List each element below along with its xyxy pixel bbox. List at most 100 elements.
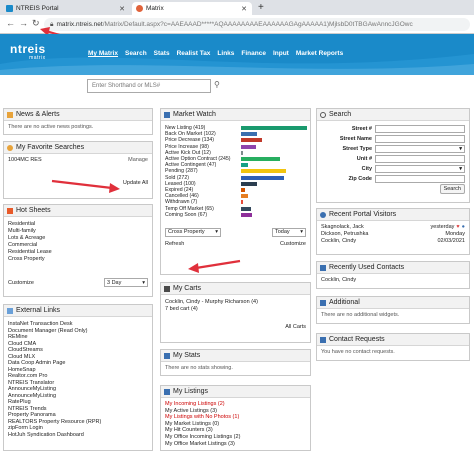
cart-item[interactable]: Cocklin, Cindy - Murphy Richarson (4)	[165, 299, 306, 306]
close-tab-icon[interactable]: ✕	[119, 5, 125, 13]
listing-link[interactable]: My Office Incoming Listings (2)	[165, 434, 306, 441]
url-field[interactable]: 🔒︎ matrix.ntreis.net /Matrix/Default.asp…	[44, 18, 470, 31]
hot-sheet-item[interactable]: Multi-family	[8, 228, 148, 235]
favorite-search-row: 1004MC RES Manage	[4, 154, 152, 166]
zip-code-field: Zip Code	[317, 174, 465, 184]
market-watch-panel: Market Watch New Listing (419) Back On Ma…	[160, 108, 311, 275]
market-watch-label: Active Kick Out (12)	[165, 149, 211, 156]
stats-icon	[164, 352, 170, 359]
menu-links[interactable]: Links	[217, 50, 234, 57]
market-watch-label: Temp Off Market (65)	[165, 205, 214, 212]
panel-title: Additional	[329, 299, 360, 306]
hot-sheet-item[interactable]: Commercial	[8, 242, 148, 249]
market-watch-bar	[241, 126, 307, 131]
listing-link[interactable]: My Active Listings (3)	[165, 408, 306, 415]
contact-item[interactable]: Cocklin, Cindy	[317, 274, 469, 286]
city-select[interactable]: ▾	[375, 165, 465, 173]
menu-search[interactable]: Search	[125, 50, 147, 57]
market-watch-label: Coming Soon (67)	[165, 211, 208, 218]
search-icon[interactable]: ⚲	[214, 80, 220, 89]
street-name-input[interactable]	[375, 135, 465, 143]
market-watch-bar	[241, 132, 258, 137]
news-panel: News & Alerts There are no active news p…	[3, 108, 153, 135]
hot-sheet-item[interactable]: Residential	[8, 221, 148, 228]
visitor-row[interactable]: Cocklin, Cindy 02/03/2021	[321, 238, 465, 245]
menu-realist-tax[interactable]: Realist Tax	[177, 50, 211, 57]
all-carts-link[interactable]: All Carts	[285, 324, 306, 330]
browser-tab-matrix[interactable]: Matrix ✕	[132, 2, 252, 15]
panel-header: Hot Sheets	[4, 205, 152, 217]
panel-title: Recently Used Contacts	[329, 264, 405, 271]
chevron-down-icon: ▾	[300, 229, 303, 236]
market-watch-label: Price Decrease (134)	[165, 137, 215, 144]
external-link-item[interactable]: HotJuh Syndication Dashboard	[8, 432, 148, 439]
listing-link[interactable]: My Office Market Listings (3)	[165, 441, 306, 448]
street-number-input[interactable]	[375, 125, 465, 133]
browser-tab-ntreis[interactable]: NTREIS Portal ✕	[2, 2, 130, 15]
menu-stats[interactable]: Stats	[154, 50, 170, 57]
panel-header: My Carts	[161, 283, 310, 295]
plus-icon	[320, 299, 326, 306]
market-watch-label: Cancelled (46)	[165, 193, 199, 200]
customize-link[interactable]: Customize	[280, 241, 306, 247]
unit-number-field: Unit #	[317, 154, 465, 164]
customize-link[interactable]: Customize	[8, 280, 34, 286]
market-watch-bar	[241, 181, 257, 186]
menu-input[interactable]: Input	[273, 50, 289, 57]
listing-link[interactable]: My Incoming Listings (2)	[165, 401, 306, 408]
panel-header: External Links	[4, 305, 152, 317]
refresh-link[interactable]: Refresh	[165, 241, 184, 247]
cart-item[interactable]: 7 bed cart (4)	[165, 306, 306, 313]
period-select[interactable]: 3 Day ▾	[104, 278, 148, 287]
close-tab-icon[interactable]: ✕	[241, 5, 247, 13]
street-type-select[interactable]: ▾	[375, 145, 465, 153]
menu-finance[interactable]: Finance	[241, 50, 266, 57]
visitor-row[interactable]: Skagnolack, Jack yesterday ♥ ●	[321, 224, 465, 231]
city-field: City ▾	[317, 164, 465, 174]
listing-link[interactable]: My Hit Counters (3)	[165, 427, 306, 434]
manage-link[interactable]: Manage	[128, 157, 148, 163]
menu-market-reports[interactable]: Market Reports	[296, 50, 343, 57]
panel-title: Contact Requests	[329, 336, 385, 343]
day-select[interactable]: Today ▾	[272, 227, 306, 237]
news-empty-text: There are no active news postings.	[8, 124, 94, 130]
listing-link[interactable]: My Listings with No Photos (1)	[165, 414, 306, 421]
favorite-search-item[interactable]: 1004MC RES	[8, 157, 42, 163]
zip-code-input[interactable]	[375, 175, 465, 183]
menu-my-matrix[interactable]: My Matrix	[88, 50, 118, 57]
back-icon[interactable]: ←	[6, 18, 15, 28]
market-watch-label: Active Contingent (47)	[165, 162, 217, 169]
hot-sheet-item[interactable]: Cross Property	[8, 256, 148, 263]
market-watch-label: Back On Market (102)	[165, 131, 216, 138]
hot-sheet-item[interactable]: Lots & Acreage	[8, 235, 148, 242]
panel-header: Recently Used Contacts	[317, 262, 469, 274]
hot-sheet-item[interactable]: Residential Lease	[8, 249, 148, 256]
market-watch-label: Active Option Contract (245)	[165, 156, 231, 163]
recent-visitors-panel: Recent Portal Visitors Skagnolack, Jack y…	[316, 208, 470, 255]
visitor-row[interactable]: Dickson, Petrushka Monday	[321, 231, 465, 238]
news-icon	[7, 111, 13, 118]
ntreis-favicon-icon	[6, 5, 13, 12]
ntreis-logo[interactable]: ntreis matrix	[10, 42, 46, 61]
unit-number-input[interactable]	[375, 155, 465, 163]
search-button[interactable]: Search	[439, 184, 465, 194]
market-watch-bar	[241, 157, 280, 162]
new-tab-icon[interactable]: +	[258, 2, 264, 13]
shorthand-input[interactable]: Enter Shorthand or MLS#	[87, 79, 211, 93]
forward-icon[interactable]: →	[19, 18, 28, 28]
listing-link[interactable]: My Market Listings (0)	[165, 421, 306, 428]
recent-contacts-panel: Recently Used Contacts Cocklin, Cindy	[316, 261, 470, 289]
search-icon	[320, 111, 326, 118]
market-watch-footer: Refresh Customize	[161, 240, 310, 250]
panel-header: My Favorite Searches	[4, 142, 152, 154]
matrix-favicon-icon	[136, 5, 143, 12]
chevron-down-icon: ▾	[142, 279, 145, 286]
person-icon: ●	[461, 224, 465, 230]
property-select[interactable]: Cross Property ▾	[165, 227, 221, 237]
market-watch-bar	[241, 200, 243, 205]
update-all-link[interactable]: Update All	[123, 180, 148, 186]
chevron-down-icon: ▾	[459, 146, 462, 152]
my-listings-panel: My Listings My Incoming Listings (2) My A…	[160, 385, 311, 451]
visitor-name: Dickson, Petrushka	[321, 231, 369, 237]
additional-empty-text: There are no additional widgets.	[321, 312, 400, 318]
